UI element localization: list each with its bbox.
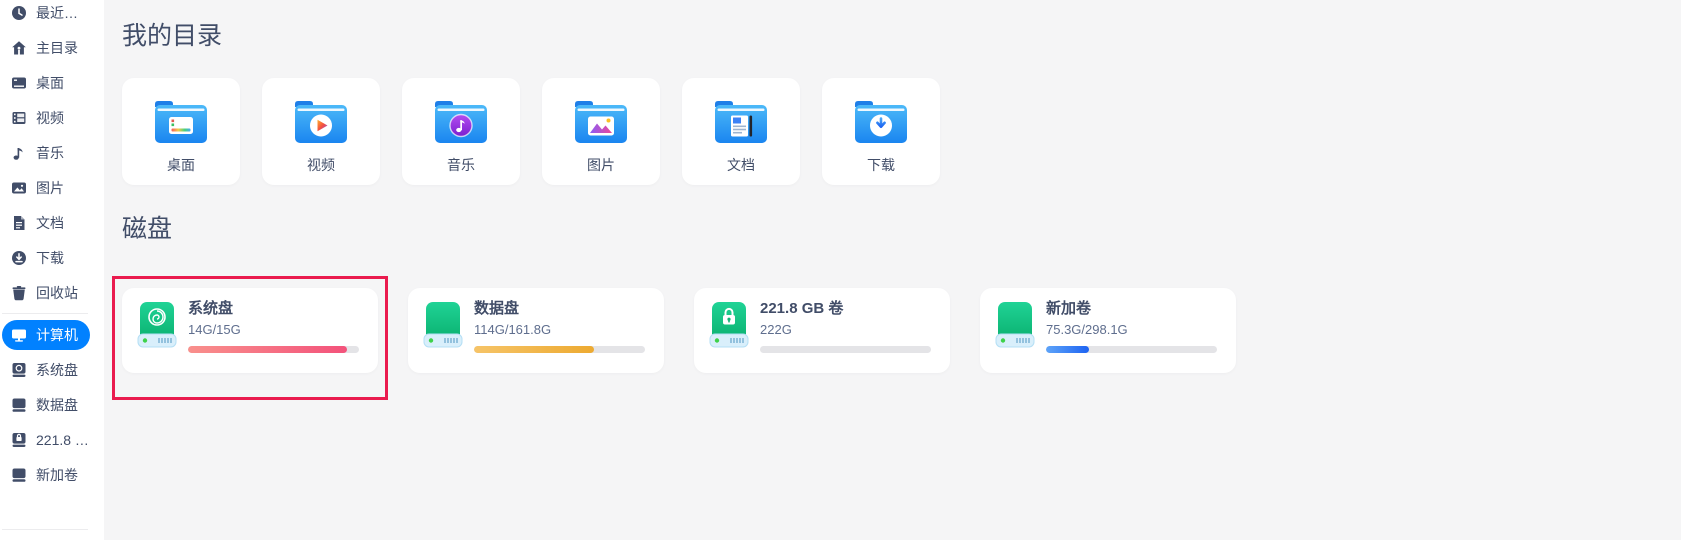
sidebar-item-label: 数据盘 xyxy=(36,397,78,413)
sidebar-item-system-disk[interactable]: 系统盘 xyxy=(2,355,90,385)
sidebar-item-label: 最近… xyxy=(36,5,78,21)
image-icon xyxy=(12,182,26,194)
folder-card-downloads[interactable]: 下载 xyxy=(822,78,940,185)
main-content: 我的目录 桌面 视频 音乐 图片 文档 下载 磁盘 系统盘 14G/15G 数据… xyxy=(104,0,1681,540)
desktop-icon xyxy=(12,77,26,89)
videos-folder-icon xyxy=(295,101,347,143)
folder-label: 音乐 xyxy=(447,157,475,173)
sidebar-separator xyxy=(2,313,88,314)
sidebar-item-label: 音乐 xyxy=(36,145,64,161)
sidebar-item-new-volume[interactable]: 新加卷 xyxy=(2,460,90,490)
folder-card-row: 桌面 视频 音乐 图片 文档 下载 xyxy=(122,78,1681,185)
sidebar-item-label: 221.8 … xyxy=(36,432,89,448)
sidebar-item-label: 系统盘 xyxy=(36,362,78,378)
data-drive-icon xyxy=(423,302,463,348)
disk-card-data[interactable]: 数据盘 114G/161.8G xyxy=(408,288,664,373)
sidebar-item-trash[interactable]: 回收站 xyxy=(2,278,90,308)
new-volume-disk-icon xyxy=(12,468,26,482)
music-icon xyxy=(13,148,23,160)
video-icon xyxy=(12,112,26,124)
disk-usage-bar-fill xyxy=(1046,346,1089,353)
sidebar-item-label: 主目录 xyxy=(36,40,78,56)
download-icon xyxy=(12,251,26,265)
sidebar-item-label: 桌面 xyxy=(36,75,64,91)
downloads-folder-icon xyxy=(855,101,907,143)
sidebar-item-label: 视频 xyxy=(36,110,64,126)
sidebar-item-home[interactable]: 主目录 xyxy=(2,33,90,63)
sidebar-item-music[interactable]: 音乐 xyxy=(2,138,90,168)
sidebar-item-desktop[interactable]: 桌面 xyxy=(2,68,90,98)
home-icon xyxy=(12,41,26,55)
sidebar-item-videos[interactable]: 视频 xyxy=(2,103,90,133)
disk-card-new-volume[interactable]: 新加卷 75.3G/298.1G xyxy=(980,288,1236,373)
disk-card-row: 系统盘 14G/15G 数据盘 114G/161.8G 221.8 GB 卷 2… xyxy=(112,276,1681,400)
document-icon xyxy=(14,216,25,230)
sidebar-bottom-separator xyxy=(2,529,88,530)
disk-usage-bar xyxy=(188,346,359,353)
sidebar-item-label: 新加卷 xyxy=(36,467,78,483)
disk-card-system[interactable]: 系统盘 14G/15G xyxy=(112,276,388,400)
disk-card-221-volume[interactable]: 221.8 GB 卷 222G xyxy=(694,288,950,373)
folder-label: 桌面 xyxy=(167,157,195,173)
system-drive-icon xyxy=(137,302,177,348)
disk-usage: 114G/161.8G xyxy=(474,322,552,337)
disk-usage-bar xyxy=(760,346,931,353)
disk-usage: 222G xyxy=(760,322,792,337)
sidebar-item-recent[interactable]: 最近… xyxy=(2,0,90,28)
folder-label: 文档 xyxy=(727,157,755,173)
section-title-disks: 磁盘 xyxy=(122,215,173,243)
sidebar-item-label: 文档 xyxy=(36,215,64,231)
folder-label: 视频 xyxy=(307,157,335,173)
locked-disk-icon xyxy=(12,433,26,447)
sidebar-item-documents[interactable]: 文档 xyxy=(2,208,90,238)
disk-name: 数据盘 xyxy=(474,300,520,317)
sidebar: 最近… 主目录 桌面 视频 音乐 图片 文档 下载 回收站 计算机 系统盘 数据… xyxy=(0,0,104,540)
locked-drive-icon xyxy=(709,302,749,348)
folder-card-videos[interactable]: 视频 xyxy=(262,78,380,185)
pictures-folder-icon xyxy=(575,101,627,143)
sidebar-item-downloads[interactable]: 下载 xyxy=(2,243,90,273)
disk-usage-bar xyxy=(474,346,645,353)
sidebar-item-data-disk[interactable]: 数据盘 xyxy=(2,390,90,420)
disk-name: 221.8 GB 卷 xyxy=(760,300,844,317)
sidebar-item-label: 计算机 xyxy=(36,327,78,343)
folder-card-documents[interactable]: 文档 xyxy=(682,78,800,185)
disk-usage: 14G/15G xyxy=(188,322,241,337)
disk-name: 新加卷 xyxy=(1046,300,1092,317)
documents-folder-icon xyxy=(715,101,767,143)
new-volume-drive-icon xyxy=(995,302,1035,348)
folder-label: 下载 xyxy=(867,157,895,173)
folder-label: 图片 xyxy=(587,157,615,173)
disk-usage: 75.3G/298.1G xyxy=(1046,322,1128,337)
section-title-my-directories: 我的目录 xyxy=(122,22,223,50)
sidebar-item-computer[interactable]: 计算机 xyxy=(2,320,90,350)
sidebar-item-label: 图片 xyxy=(36,180,64,196)
sidebar-item-221-volume[interactable]: 221.8 … xyxy=(2,425,90,455)
folder-card-desktop[interactable]: 桌面 xyxy=(122,78,240,185)
system-disk-icon xyxy=(12,363,26,377)
disk-usage-bar-fill xyxy=(474,346,594,353)
trash-icon xyxy=(12,286,26,301)
sidebar-item-label: 下载 xyxy=(36,250,64,266)
data-disk-icon xyxy=(12,398,26,412)
computer-icon xyxy=(12,329,26,342)
clock-icon xyxy=(12,6,26,20)
disk-usage-bar xyxy=(1046,346,1217,353)
music-folder-icon xyxy=(435,101,487,143)
sidebar-item-label: 回收站 xyxy=(36,285,78,301)
sidebar-item-pictures[interactable]: 图片 xyxy=(2,173,90,203)
folder-card-music[interactable]: 音乐 xyxy=(402,78,520,185)
disk-name: 系统盘 xyxy=(188,300,234,317)
disk-usage-bar-fill xyxy=(188,346,348,353)
folder-card-pictures[interactable]: 图片 xyxy=(542,78,660,185)
desktop-folder-icon xyxy=(155,101,207,143)
